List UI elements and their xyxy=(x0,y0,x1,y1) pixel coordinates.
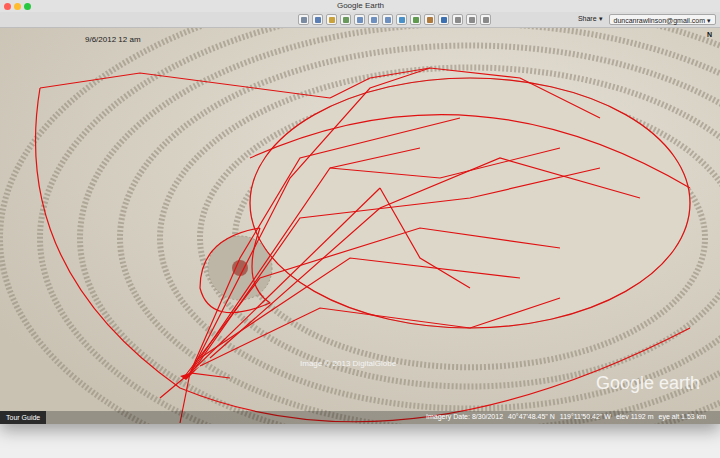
tool-icon xyxy=(385,17,391,23)
longitude: 119°11'50.42" W xyxy=(560,412,611,423)
tool-icon xyxy=(469,17,475,23)
eye-altitude: eye alt 1.53 km xyxy=(659,412,706,423)
map-view[interactable]: 9/6/2012 12 am N Image © 2013 DigitalGlobe… xyxy=(0,28,720,424)
tool-icon xyxy=(343,17,349,23)
tool-icon xyxy=(301,17,307,23)
imagery-date: Imagery Date: 8/30/2012 xyxy=(426,412,503,423)
tool-icon xyxy=(413,17,419,23)
tool-icon xyxy=(371,17,377,23)
status-bar: Tour Guide Imagery Date: 8/30/2012 40°47'4… xyxy=(0,411,720,424)
tool-icon xyxy=(357,17,363,23)
screen: Google EarthShare ▾duncanrawlinson@gmail… xyxy=(0,0,720,458)
minimize-button[interactable] xyxy=(14,3,21,10)
toolbar-button[interactable] xyxy=(354,14,365,25)
window-title: Google Earth xyxy=(31,0,690,12)
compass[interactable]: N xyxy=(707,30,712,41)
share-button[interactable]: Share ▾ xyxy=(575,14,606,25)
toolbar-button[interactable] xyxy=(438,14,449,25)
latitude: 40°47'48.45" N xyxy=(508,412,555,423)
tool-icon xyxy=(483,17,489,23)
attribution: Image © 2013 DigitalGlobe xyxy=(300,358,396,370)
zoom-button[interactable] xyxy=(24,3,31,10)
tool-icon xyxy=(399,17,405,23)
toolbar-button[interactable] xyxy=(424,14,435,25)
toolbar-button[interactable] xyxy=(396,14,407,25)
toolbar-button[interactable] xyxy=(312,14,323,25)
toolbar-button[interactable] xyxy=(466,14,477,25)
timestamp-label: 9/6/2012 12 am xyxy=(85,34,141,46)
toolbar-button[interactable] xyxy=(368,14,379,25)
tool-icon xyxy=(455,17,461,23)
google-earth-logo: Google earth xyxy=(596,370,700,397)
toolbar-button[interactable] xyxy=(298,14,309,25)
toolbar: Share ▾duncanrawlinson@gmail.com ▾ xyxy=(0,12,720,28)
account-menu[interactable]: duncanrawlinson@gmail.com ▾ xyxy=(609,14,716,25)
toolbar-button[interactable] xyxy=(480,14,491,25)
toolbar-button[interactable] xyxy=(340,14,351,25)
toolbar-button[interactable] xyxy=(326,14,337,25)
toolbar-button[interactable] xyxy=(382,14,393,25)
window: Google EarthShare ▾duncanrawlinson@gmail… xyxy=(0,0,720,424)
tool-icon xyxy=(315,17,321,23)
toolbar-button[interactable] xyxy=(410,14,421,25)
tool-icon xyxy=(441,17,447,23)
close-button[interactable] xyxy=(4,3,11,10)
tour-guide-button[interactable]: Tour Guide xyxy=(0,411,46,424)
tool-icon xyxy=(329,17,335,23)
tool-icon xyxy=(427,17,433,23)
title-bar: Google Earth xyxy=(0,0,720,12)
elevation: elev 1192 m xyxy=(616,412,654,423)
toolbar-button[interactable] xyxy=(452,14,463,25)
